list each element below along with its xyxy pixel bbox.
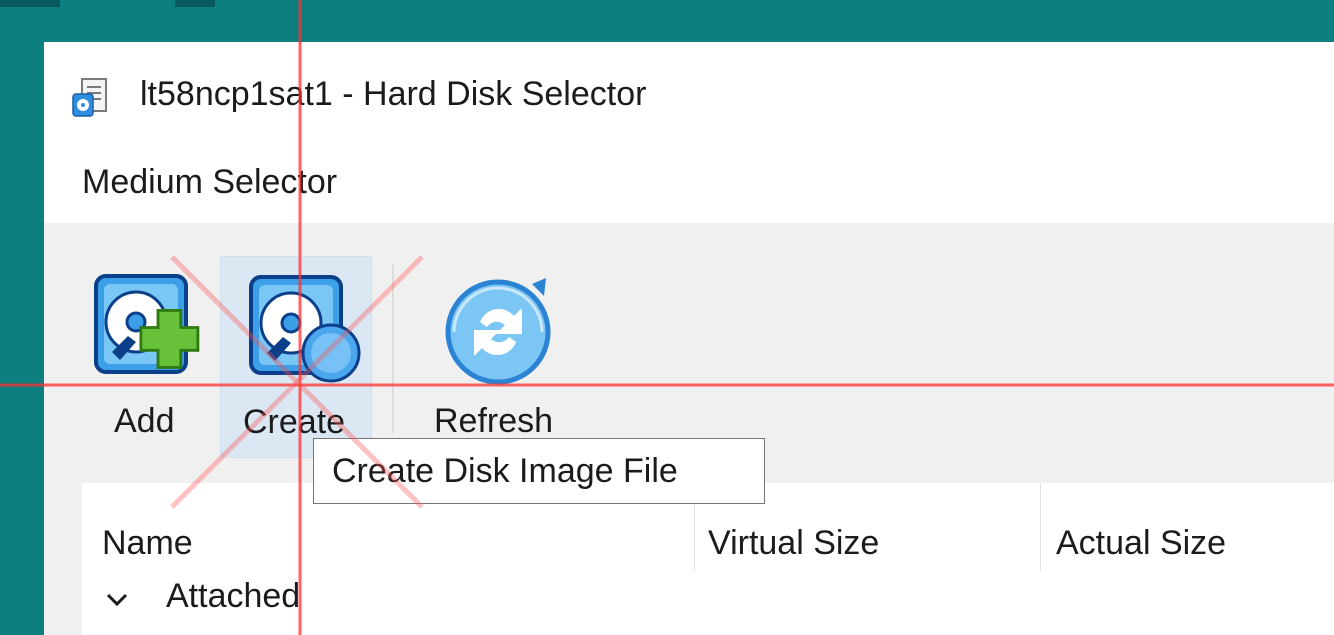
group-label: Attached	[166, 577, 301, 615]
refresh-icon	[445, 278, 551, 385]
desktop-strip-segment	[175, 0, 215, 7]
toolbar-separator	[392, 263, 394, 433]
tooltip: Create Disk Image File	[313, 438, 765, 504]
hard-disk-selector-window: lt58ncp1sat1 - Hard Disk Selector Medium…	[44, 42, 1334, 635]
add-button-label: Add	[114, 402, 175, 440]
hard-disk-app-icon	[72, 78, 107, 117]
column-header-actual-size[interactable]: Actual Size	[1056, 483, 1226, 573]
refresh-button-label: Refresh	[434, 402, 554, 440]
column-divider[interactable]	[1040, 483, 1041, 571]
desktop-top-strip	[0, 0, 1334, 7]
hard-disk-add-icon	[94, 274, 200, 374]
create-button[interactable]: Create	[220, 256, 372, 458]
column-header-name[interactable]: Name	[102, 483, 193, 573]
chevron-down-icon[interactable]	[104, 591, 130, 609]
desktop-strip-segment	[0, 0, 60, 7]
add-button[interactable]: Add	[80, 256, 230, 456]
group-row-attached[interactable]: Attached	[82, 577, 1334, 627]
title-bar: lt58ncp1sat1 - Hard Disk Selector	[44, 42, 1334, 140]
media-table: Name Virtual Size Actual Size Attached	[82, 483, 1334, 635]
toolbar-panel: Add Create Refresh Name Virtual Size Act…	[44, 223, 1334, 635]
refresh-button[interactable]: Refresh	[414, 256, 564, 456]
hard-disk-create-icon	[249, 275, 361, 383]
medium-selector-heading: Medium Selector	[82, 163, 338, 201]
window-title: lt58ncp1sat1 - Hard Disk Selector	[140, 75, 647, 113]
create-button-label: Create	[243, 403, 346, 441]
